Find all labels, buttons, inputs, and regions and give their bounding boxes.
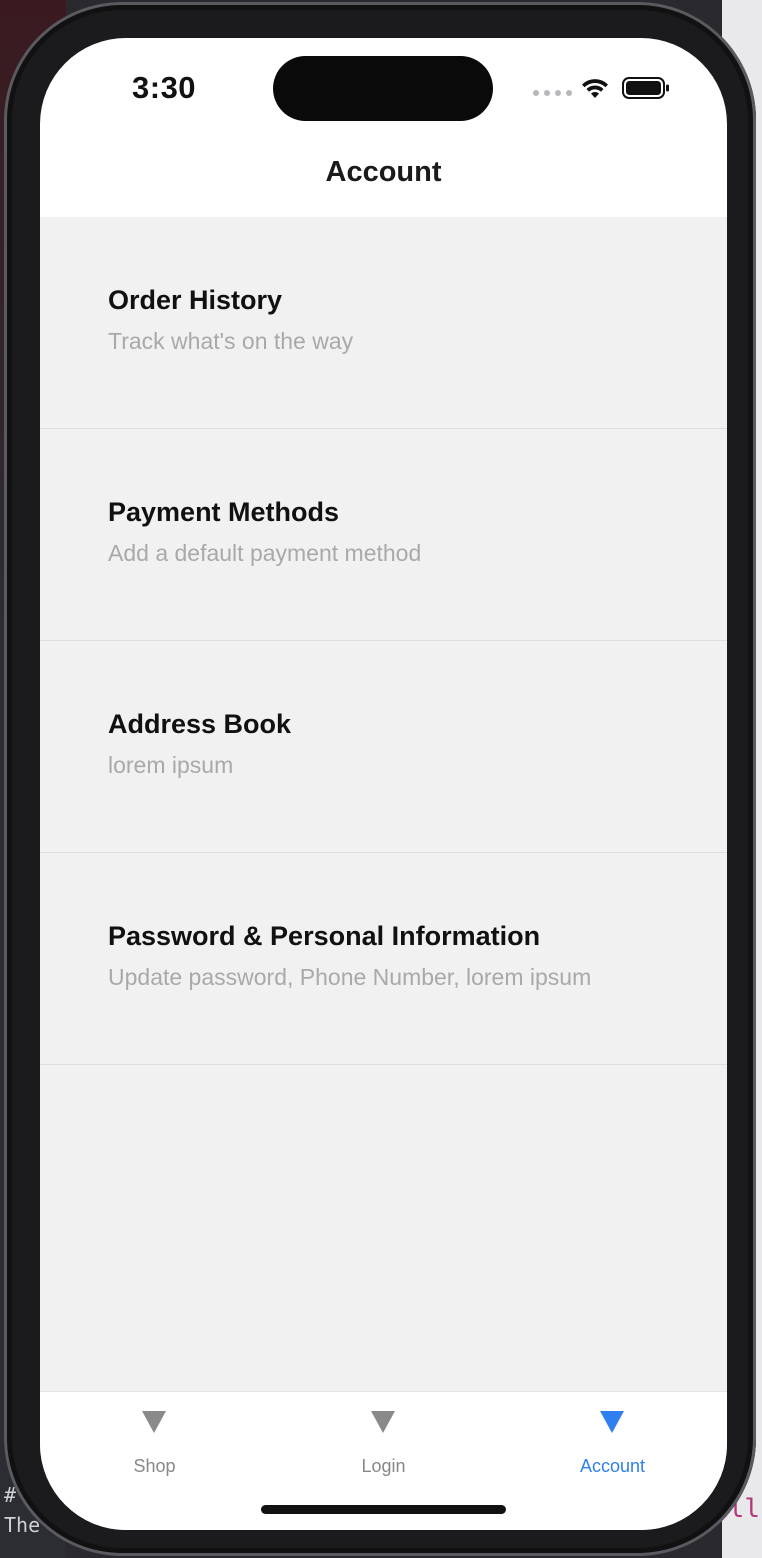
status-time: 3:30 bbox=[132, 70, 197, 105]
tab-label: Shop bbox=[133, 1456, 176, 1476]
wifi-icon bbox=[582, 79, 608, 98]
battery-icon bbox=[622, 77, 669, 99]
menu-item-subtitle: lorem ipsum bbox=[108, 752, 234, 778]
menu-item-address-book[interactable]: Address Book lorem ipsum bbox=[40, 641, 727, 853]
tab-shop[interactable]: Shop bbox=[40, 1392, 269, 1492]
triangle-down-icon bbox=[600, 1411, 624, 1433]
account-menu-list: Order History Track what's on the way Pa… bbox=[40, 217, 727, 1391]
page-title: Account bbox=[325, 156, 442, 188]
menu-item-subtitle: Update password, Phone Number, lorem ips… bbox=[108, 964, 592, 990]
menu-item-title: Password & Personal Information bbox=[108, 921, 541, 951]
triangle-down-icon bbox=[142, 1411, 166, 1433]
triangle-down-icon bbox=[371, 1411, 395, 1433]
tab-login[interactable]: Login bbox=[269, 1392, 498, 1492]
menu-item-payment-methods[interactable]: Payment Methods Add a default payment me… bbox=[40, 429, 727, 641]
menu-item-password-personal-info[interactable]: Password & Personal Information Update p… bbox=[40, 853, 727, 1065]
phone-frame: 3:30 Account Order History Track what's … bbox=[4, 2, 756, 1556]
menu-item-order-history[interactable]: Order History Track what's on the way bbox=[40, 217, 727, 429]
menu-item-title: Order History bbox=[108, 285, 283, 315]
dynamic-island bbox=[273, 56, 493, 121]
home-indicator[interactable] bbox=[261, 1505, 506, 1514]
menu-item-title: Address Book bbox=[108, 709, 292, 739]
cellular-signal-icon bbox=[533, 90, 572, 96]
menu-item-subtitle: Add a default payment method bbox=[108, 540, 422, 566]
menu-item-title: Payment Methods bbox=[108, 497, 340, 527]
tab-label: Login bbox=[361, 1456, 406, 1476]
tab-label: Account bbox=[579, 1456, 646, 1476]
menu-item-subtitle: Track what's on the way bbox=[108, 328, 354, 354]
tab-account[interactable]: Account bbox=[498, 1392, 727, 1492]
phone-screen: 3:30 Account Order History Track what's … bbox=[40, 38, 727, 1530]
